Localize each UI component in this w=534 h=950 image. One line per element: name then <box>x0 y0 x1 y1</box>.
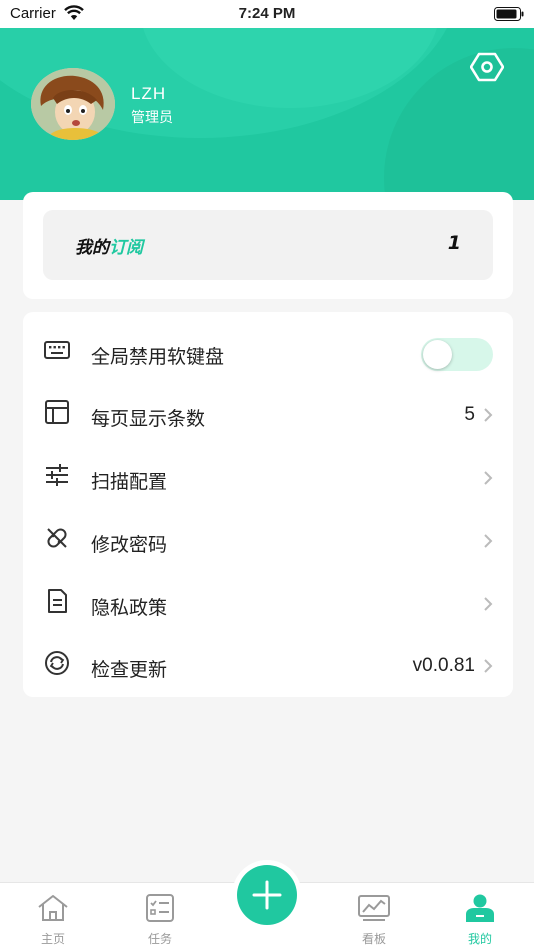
chevron-right-icon <box>484 597 493 611</box>
setting-disable-keyboard: 全局禁用软键盘 <box>23 318 513 380</box>
layout-icon <box>45 400 69 424</box>
chevron-right-icon <box>484 659 493 673</box>
home-icon <box>38 895 68 921</box>
status-time: 7:24 PM <box>238 5 296 22</box>
chevron-right-icon <box>484 471 493 485</box>
subscription-label-accent: 订阅 <box>109 238 143 258</box>
task-icon <box>146 894 174 922</box>
setting-page-size[interactable]: 每页显示条数 5 <box>23 380 513 442</box>
setting-label: 每页显示条数 <box>91 408 206 430</box>
password-icon <box>47 528 67 548</box>
sliders-icon <box>46 464 68 486</box>
disable-keyboard-toggle[interactable] <box>421 338 493 371</box>
user-name: LZH <box>131 84 167 103</box>
setting-label: 隐私政策 <box>91 597 168 619</box>
tab-mine[interactable]: 我的 <box>450 883 510 950</box>
add-button[interactable] <box>232 860 302 930</box>
subscription-card: 我的订阅 1 <box>23 192 513 299</box>
tab-label: 看板 <box>361 932 386 946</box>
settings-list: 全局禁用软键盘 每页显示条数 5 扫描配置 修改密码 隐私政策 检查更新 v0.… <box>23 312 513 697</box>
tab-label: 任务 <box>147 932 172 946</box>
status-bar: Carrier 7:24 PM <box>0 0 534 28</box>
subscription-label-prefix: 我的 <box>75 238 109 258</box>
add-button-circle <box>237 865 297 925</box>
toggle-knob <box>423 340 452 369</box>
setting-label: 检查更新 <box>91 659 168 681</box>
chevron-right-icon <box>484 408 493 422</box>
user-icon <box>466 894 494 922</box>
tab-label: 我的 <box>467 932 492 946</box>
setting-label: 修改密码 <box>91 534 168 556</box>
avatar[interactable] <box>31 68 115 140</box>
refresh-icon <box>45 651 69 675</box>
setting-check-update[interactable]: 检查更新 v0.0.81 <box>23 631 513 693</box>
tab-home[interactable]: 主页 <box>23 883 83 950</box>
keyboard-icon <box>44 341 70 359</box>
my-subscription-button[interactable]: 我的订阅 1 <box>43 210 493 280</box>
settings-icon[interactable] <box>470 52 504 82</box>
dashboard-icon <box>358 895 390 921</box>
profile-header: LZH 管理员 <box>0 28 534 200</box>
tab-tasks[interactable]: 任务 <box>130 883 190 950</box>
setting-change-password[interactable]: 修改密码 <box>23 506 513 568</box>
battery-icon <box>494 7 524 21</box>
page-size-value: 5 <box>464 404 475 425</box>
setting-scan-config[interactable]: 扫描配置 <box>23 443 513 505</box>
chevron-right-icon <box>484 534 493 548</box>
setting-label: 全局禁用软键盘 <box>91 346 225 368</box>
tab-label: 主页 <box>40 932 65 946</box>
version-value: v0.0.81 <box>412 655 475 676</box>
document-icon <box>48 589 67 613</box>
setting-label: 扫描配置 <box>91 471 168 493</box>
subscription-label: 我的订阅 <box>75 233 143 258</box>
plus-icon <box>252 880 282 910</box>
tab-dashboard[interactable]: 看板 <box>344 883 404 950</box>
user-role: 管理员 <box>131 110 173 126</box>
subscription-count: 1 <box>447 232 461 254</box>
setting-privacy-policy[interactable]: 隐私政策 <box>23 569 513 631</box>
